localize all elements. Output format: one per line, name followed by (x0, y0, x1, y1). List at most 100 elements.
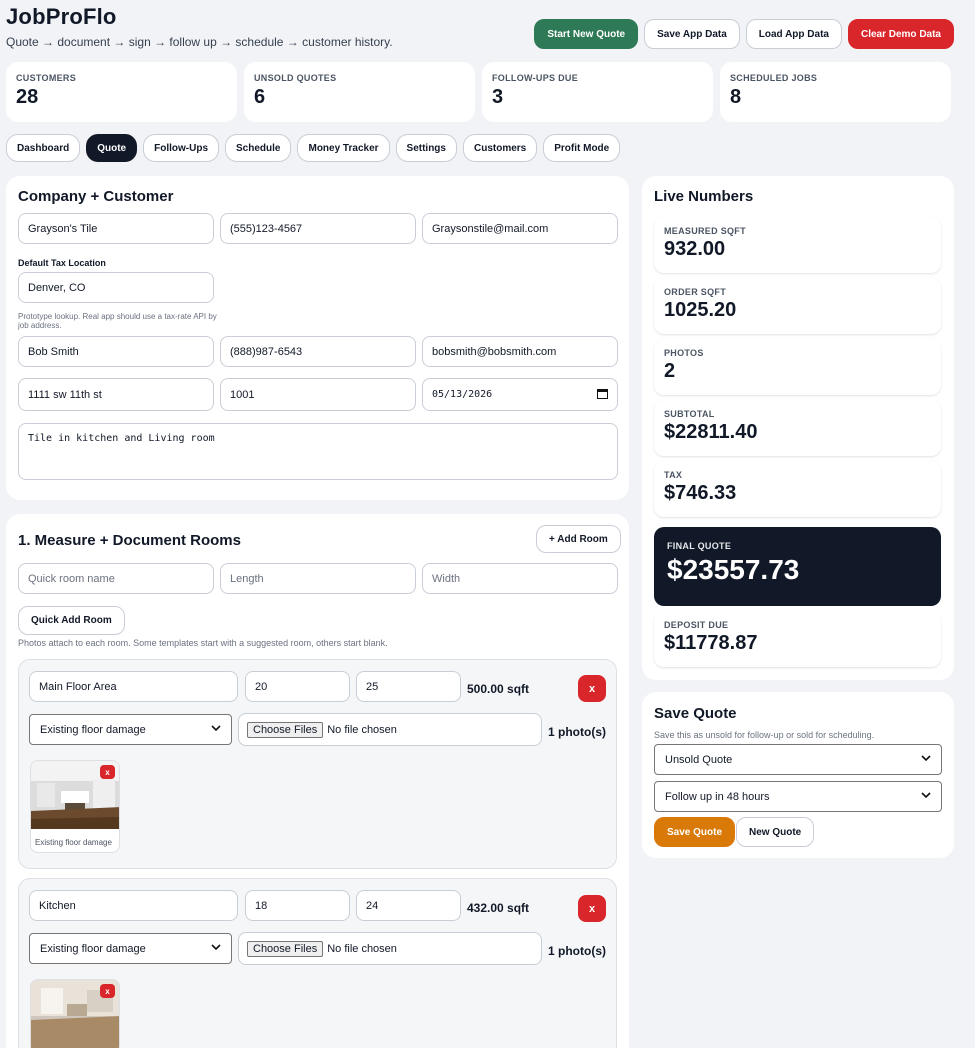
file-status: No file chosen (327, 723, 397, 736)
load-app-data-button[interactable]: Load App Data (745, 19, 842, 49)
room-card: Main Floor Area 20 25 500.00 sqft x Exis… (18, 659, 617, 869)
photo-thumbnail[interactable]: x (30, 979, 120, 1048)
save-quote-card: Save Quote Save this as unsold for follo… (642, 692, 954, 858)
stat-label: Unsold Quotes (254, 73, 337, 83)
tab-settings[interactable]: Settings (395, 134, 457, 162)
tab-profit-mode[interactable]: Profit Mode (543, 134, 621, 162)
metric-tax: Tax $746.33 (654, 461, 941, 517)
customer-name-input[interactable]: Bob Smith (18, 336, 214, 367)
card-title: Live Numbers (654, 188, 754, 205)
quick-add-room-button[interactable]: Quick Add Room (18, 606, 125, 635)
stat-label: Scheduled Jobs (730, 73, 818, 83)
choose-files-button[interactable]: Choose Files (247, 940, 324, 957)
metric-order-sqft: Order SQFT 1025.20 (654, 278, 941, 334)
new-quote-button[interactable]: New Quote (736, 817, 815, 847)
metric-label: Order SQFT (664, 287, 727, 297)
stat-value: 28 (16, 86, 39, 108)
tab-customers[interactable]: Customers (462, 134, 538, 162)
room-photo-file-input[interactable]: Choose Files No file chosen (238, 713, 542, 746)
quick-length-input[interactable]: Length (220, 563, 416, 594)
room-category-select[interactable]: Existing floor damage (29, 933, 232, 964)
app-title: JobProFlo (6, 4, 117, 29)
select-value: Existing floor damage (40, 723, 146, 736)
nav-tabs: Dashboard Quote Follow-Ups Schedule Mone… (6, 134, 621, 162)
measure-hint: Photos attach to each room. Some templat… (18, 638, 388, 648)
tax-location-input[interactable]: Denver, CO (18, 272, 214, 303)
room-sqft: 500.00 sqft (467, 682, 530, 696)
card-title: Company + Customer (18, 188, 174, 205)
date-value: 05/13/2026 (432, 389, 493, 400)
room-name-input[interactable]: Kitchen (29, 890, 238, 921)
chevron-down-icon (921, 754, 931, 765)
metric-photos: Photos 2 (654, 339, 941, 395)
metric-value: $22811.40 (664, 421, 758, 443)
tab-dashboard[interactable]: Dashboard (6, 134, 81, 162)
room-width-input[interactable]: 24 (356, 890, 461, 921)
save-quote-button[interactable]: Save Quote (654, 817, 736, 847)
chevron-down-icon (921, 791, 931, 802)
unit-input[interactable]: 1001 (220, 378, 416, 411)
app-subtitle: Quote → document → sign → follow up → sc… (6, 35, 393, 49)
select-value: Unsold Quote (665, 753, 733, 766)
room-name-input[interactable]: Main Floor Area (29, 671, 238, 702)
stat-value: 6 (254, 86, 266, 108)
quick-room-name-input[interactable]: Quick room name (18, 563, 214, 594)
address-input[interactable]: 1111 sw 11th st (18, 378, 214, 411)
room-length-input[interactable]: 20 (245, 671, 350, 702)
stat-follow-ups-due: Follow-Ups Due 3 (482, 62, 713, 122)
chevron-down-icon (211, 724, 221, 735)
add-room-button[interactable]: + Add Room (536, 525, 621, 553)
customer-email-input[interactable]: bobsmith@bobsmith.com (422, 336, 618, 367)
start-new-quote-button[interactable]: Start New Quote (534, 19, 639, 49)
calendar-icon[interactable] (597, 388, 608, 402)
quote-status-select[interactable]: Unsold Quote (654, 744, 942, 775)
clear-demo-data-button[interactable]: Clear Demo Data (847, 19, 954, 49)
choose-files-button[interactable]: Choose Files (247, 721, 324, 738)
tax-note: Prototype lookup. Real app should use a … (18, 312, 217, 330)
room-length-input[interactable]: 18 (245, 890, 350, 921)
follow-up-select[interactable]: Follow up in 48 hours (654, 781, 942, 812)
measure-rooms-card: 1. Measure + Document Rooms + Add Room Q… (6, 514, 629, 1048)
remove-photo-button[interactable]: x (100, 984, 115, 998)
company-name-input[interactable]: Grayson's Tile (18, 213, 214, 244)
card-title: Save Quote (654, 705, 737, 722)
stat-unsold-quotes: Unsold Quotes 6 (244, 62, 475, 122)
tab-follow-ups[interactable]: Follow-Ups (143, 134, 220, 162)
final-quote-value: $23557.73 (667, 554, 800, 585)
tab-quote[interactable]: Quote (86, 134, 138, 162)
quick-width-input[interactable]: Width (422, 563, 618, 594)
room-sqft: 432.00 sqft (467, 901, 530, 915)
card-title: 1. Measure + Document Rooms (18, 532, 241, 549)
metric-label: Deposit Due (664, 620, 729, 630)
date-input[interactable]: 05/13/2026 (422, 378, 618, 411)
photo-count: 1 photo(s) (548, 725, 606, 739)
remove-room-button[interactable]: x (578, 895, 606, 922)
metric-label: Photos (664, 348, 704, 358)
metric-value: 1025.20 (664, 299, 737, 321)
notes-textarea[interactable]: Tile in kitchen and Living room (18, 423, 618, 480)
select-value: Existing floor damage (40, 942, 146, 955)
room-photo-file-input[interactable]: Choose Files No file chosen (238, 932, 542, 965)
company-email-input[interactable]: Graysonstile@mail.com (422, 213, 618, 244)
company-phone-input[interactable]: (555)123-4567 (220, 213, 416, 244)
save-quote-hint: Save this as unsold for follow-up or sol… (654, 730, 875, 740)
tab-schedule[interactable]: Schedule (225, 134, 292, 162)
photo-thumbnail[interactable]: x Existing floor damage (30, 760, 120, 853)
save-app-data-button[interactable]: Save App Data (644, 19, 740, 49)
tab-money-tracker[interactable]: Money Tracker (297, 134, 390, 162)
customer-phone-input[interactable]: (888)987-6543 (220, 336, 416, 367)
room-width-input[interactable]: 25 (356, 671, 461, 702)
room-card: Kitchen 18 24 432.00 sqft x Existing flo… (18, 878, 617, 1048)
room-category-select[interactable]: Existing floor damage (29, 714, 232, 745)
metric-value: 2 (664, 360, 676, 382)
stat-value: 8 (730, 86, 742, 108)
final-quote-label: Final Quote (667, 541, 732, 551)
metric-measured-sqft: Measured SQFT 932.00 (654, 217, 941, 273)
remove-room-button[interactable]: x (578, 675, 606, 702)
top-actions: Start New Quote Save App Data Load App D… (534, 19, 954, 49)
metric-subtotal: Subtotal $22811.40 (654, 400, 941, 456)
stat-customers: Customers 28 (6, 62, 237, 122)
remove-photo-button[interactable]: x (100, 765, 115, 779)
metric-value: $11778.87 (664, 632, 758, 654)
company-customer-card: Company + Customer Grayson's Tile (555)1… (6, 176, 629, 500)
